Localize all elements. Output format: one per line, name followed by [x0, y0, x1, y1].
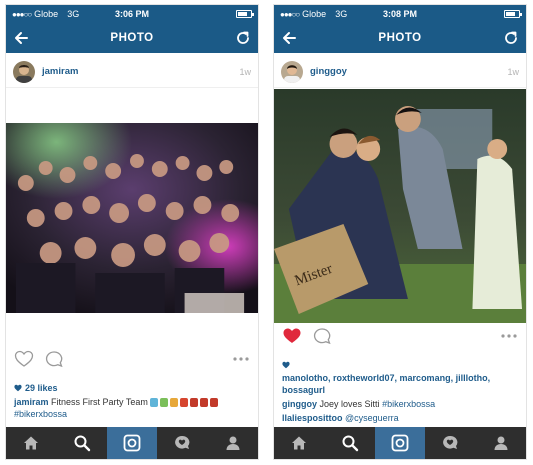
comment-username[interactable]: ginggoy — [282, 399, 317, 409]
tab-search[interactable] — [56, 427, 106, 459]
post-username[interactable]: jamiram — [42, 66, 239, 77]
clock: 3:06 PM — [114, 9, 149, 19]
small-heart-icon — [282, 361, 290, 369]
post-header: ginggoy 1w — [274, 56, 526, 88]
network-label: 3G — [67, 9, 80, 19]
clock: 3:08 PM — [382, 9, 417, 19]
more-options-icon[interactable] — [500, 333, 518, 339]
comment-username[interactable]: llaliespositt — [282, 413, 332, 423]
battery-icon — [504, 10, 522, 18]
status-bar: ●●●○○ Globe 3G 3:06 PM — [6, 5, 258, 23]
likers-list: manolotho, roxtheworld07, marcomang, jil… — [282, 359, 520, 396]
page-title: PHOTO — [378, 32, 422, 44]
tab-activity[interactable] — [425, 427, 475, 459]
search-icon — [74, 435, 90, 452]
profile-icon — [494, 436, 508, 450]
liked-heart-icon[interactable] — [282, 327, 302, 345]
mention-link[interactable]: @cyseguerra — [345, 413, 399, 423]
activity-bubble-icon — [175, 435, 190, 449]
emoji-icon — [150, 398, 159, 408]
emoji-icon — [160, 398, 169, 408]
nav-bar: PHOTO — [274, 23, 526, 53]
phone-screen-left: ●●●○○ Globe 3G 3:06 PM PHOTO jamiram 1w — [5, 4, 259, 460]
caption-text: Fitness First Party Team — [51, 397, 148, 407]
tab-profile[interactable] — [476, 427, 526, 459]
small-heart-icon — [14, 384, 22, 392]
liker-username[interactable]: roxtheworld07 — [333, 373, 395, 383]
network-label: 3G — [335, 9, 348, 19]
post-meta: manolotho, roxtheworld07, marcomang, jil… — [282, 359, 520, 424]
home-icon — [24, 436, 39, 450]
comment-text: Joey loves Sitti — [319, 399, 380, 409]
emoji-icon — [170, 398, 179, 408]
emoji-sequence — [150, 398, 219, 408]
emoji-icon — [180, 398, 189, 408]
more-options-icon[interactable] — [232, 356, 250, 362]
comment-username-suffix[interactable]: oo — [332, 413, 343, 423]
hashtag-link[interactable]: #bikerxbossa — [14, 408, 252, 420]
carrier-label: Globe — [302, 9, 327, 19]
tab-bar — [6, 427, 258, 459]
caption: jamiram Fitness First Party Team — [14, 396, 252, 408]
activity-bubble-icon — [443, 435, 458, 449]
status-bar: ●●●○○ Globe 3G 3:08 PM — [274, 5, 526, 23]
post-username[interactable]: ginggoy — [310, 66, 507, 77]
tab-profile[interactable] — [208, 427, 258, 459]
battery-icon — [236, 10, 254, 18]
liker-username[interactable]: bossagurl — [282, 385, 325, 395]
back-arrow-icon[interactable] — [13, 30, 29, 46]
avatar[interactable] — [13, 60, 35, 83]
search-icon — [342, 435, 358, 452]
carrier-label: Globe — [34, 9, 59, 19]
camera-icon — [391, 434, 409, 452]
comment-icon[interactable] — [312, 327, 332, 345]
refresh-icon[interactable] — [503, 30, 519, 46]
tab-camera[interactable] — [106, 427, 158, 459]
likes-count[interactable]: 29 likes — [14, 382, 252, 394]
liker-username[interactable]: jilllotho — [456, 373, 488, 383]
liker-username[interactable]: marcomang — [400, 373, 451, 383]
tab-activity[interactable] — [157, 427, 207, 459]
post-meta: 29 likes jamiram Fitness First Party Tea… — [14, 382, 252, 420]
hashtag-link[interactable]: #bikerxbossa — [382, 399, 435, 409]
signal-icon: ●●●○○ — [280, 9, 300, 19]
emoji-icon — [210, 398, 219, 408]
camera-icon — [123, 434, 141, 452]
tab-camera[interactable] — [374, 427, 426, 459]
post-photo[interactable]: Mister — [274, 89, 526, 323]
post-photo[interactable] — [6, 123, 258, 313]
signal-icon: ●●●○○ — [12, 9, 32, 19]
liker-username[interactable]: manolotho — [282, 373, 328, 383]
post-actions — [274, 325, 526, 347]
avatar[interactable] — [281, 60, 303, 83]
profile-icon — [226, 436, 240, 450]
heart-icon[interactable] — [14, 350, 34, 368]
caption-username[interactable]: jamiram — [14, 397, 49, 407]
tab-home[interactable] — [274, 427, 324, 459]
emoji-icon — [200, 398, 209, 408]
comment-row: ginggoy Joey loves Sitti #bikerxbossa — [282, 398, 520, 410]
post-actions — [6, 348, 258, 370]
post-header: jamiram 1w — [6, 56, 258, 88]
post-age: 1w — [507, 66, 519, 77]
comment-icon[interactable] — [44, 350, 64, 368]
phone-screen-right: ●●●○○ Globe 3G 3:08 PM PHOTO ginggoy 1w — [273, 4, 527, 460]
home-icon — [292, 436, 307, 450]
nav-bar: PHOTO — [6, 23, 258, 53]
comment-row: llaliesposittoo @cyseguerra — [282, 412, 520, 424]
refresh-icon[interactable] — [235, 30, 251, 46]
post-age: 1w — [239, 66, 251, 77]
likes-label: 29 likes — [25, 383, 58, 393]
emoji-icon — [190, 398, 199, 408]
tab-bar — [274, 427, 526, 459]
tab-search[interactable] — [324, 427, 374, 459]
tab-home[interactable] — [6, 427, 56, 459]
back-arrow-icon[interactable] — [281, 30, 297, 46]
page-title: PHOTO — [110, 32, 154, 44]
